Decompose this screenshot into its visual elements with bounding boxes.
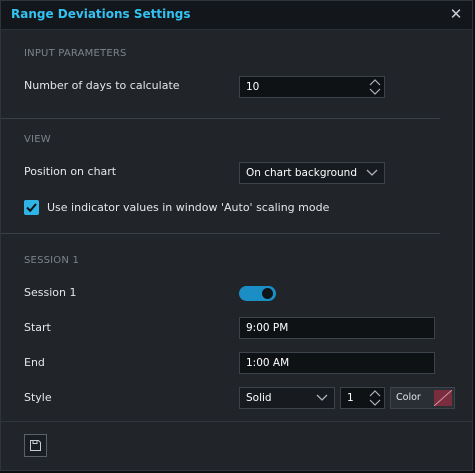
end-label: End (24, 356, 45, 369)
position-select[interactable]: On chart background (239, 162, 385, 184)
start-time-value: 9:00 PM (246, 322, 289, 334)
dialog-title: Range Deviations Settings (11, 7, 191, 21)
chevron-down-icon (316, 394, 328, 401)
style-label: Style (24, 391, 52, 404)
days-input[interactable]: 10 (239, 76, 385, 98)
settings-dialog: Range Deviations Settings ✕ INPUT PARAME… (0, 0, 473, 471)
color-label: Color (396, 392, 421, 403)
section-divider (1, 118, 440, 119)
save-template-button[interactable] (24, 434, 47, 457)
dialog-footer (1, 421, 472, 470)
line-width-stepper[interactable] (368, 388, 382, 408)
start-time-input[interactable]: 9:00 PM (239, 317, 435, 339)
line-style-select[interactable]: Solid (239, 387, 335, 409)
color-swatch[interactable] (434, 390, 452, 406)
position-value: On chart background (246, 167, 357, 179)
days-label: Number of days to calculate (24, 79, 180, 92)
stepper-arrows-icon[interactable] (368, 388, 382, 408)
session-1-label: Session 1 (24, 286, 77, 299)
chevron-down-icon (366, 169, 378, 176)
line-style-value: Solid (246, 392, 272, 404)
stepper-arrows-icon[interactable] (368, 77, 382, 97)
end-time-input[interactable]: 1:00 AM (239, 352, 435, 374)
close-icon[interactable]: ✕ (448, 5, 464, 23)
auto-scale-label[interactable]: Use indicator values in window 'Auto' sc… (47, 201, 329, 214)
line-width-value: 1 (347, 392, 354, 404)
position-label: Position on chart (24, 165, 117, 178)
days-stepper[interactable] (368, 77, 382, 97)
toggle-knob (262, 288, 273, 299)
title-bar[interactable]: Range Deviations Settings ✕ (1, 1, 472, 30)
section-header-input-parameters: INPUT PARAMETERS (24, 48, 127, 59)
section-header-session-1: SESSION 1 (24, 255, 80, 266)
line-width-input[interactable]: 1 (340, 387, 385, 409)
color-swatch-diagonal-icon (434, 390, 452, 406)
section-divider (1, 233, 440, 234)
days-value: 10 (246, 81, 260, 93)
session-1-toggle[interactable] (239, 286, 276, 301)
settings-content[interactable]: INPUT PARAMETERS Number of days to calcu… (1, 30, 472, 470)
auto-scale-checkbox[interactable] (24, 200, 39, 215)
save-template-icon (30, 440, 41, 451)
checkmark-icon (26, 203, 37, 213)
end-time-value: 1:00 AM (246, 357, 290, 369)
start-label: Start (24, 321, 51, 334)
section-header-view: VIEW (24, 134, 51, 145)
color-picker[interactable]: Color (390, 387, 455, 409)
